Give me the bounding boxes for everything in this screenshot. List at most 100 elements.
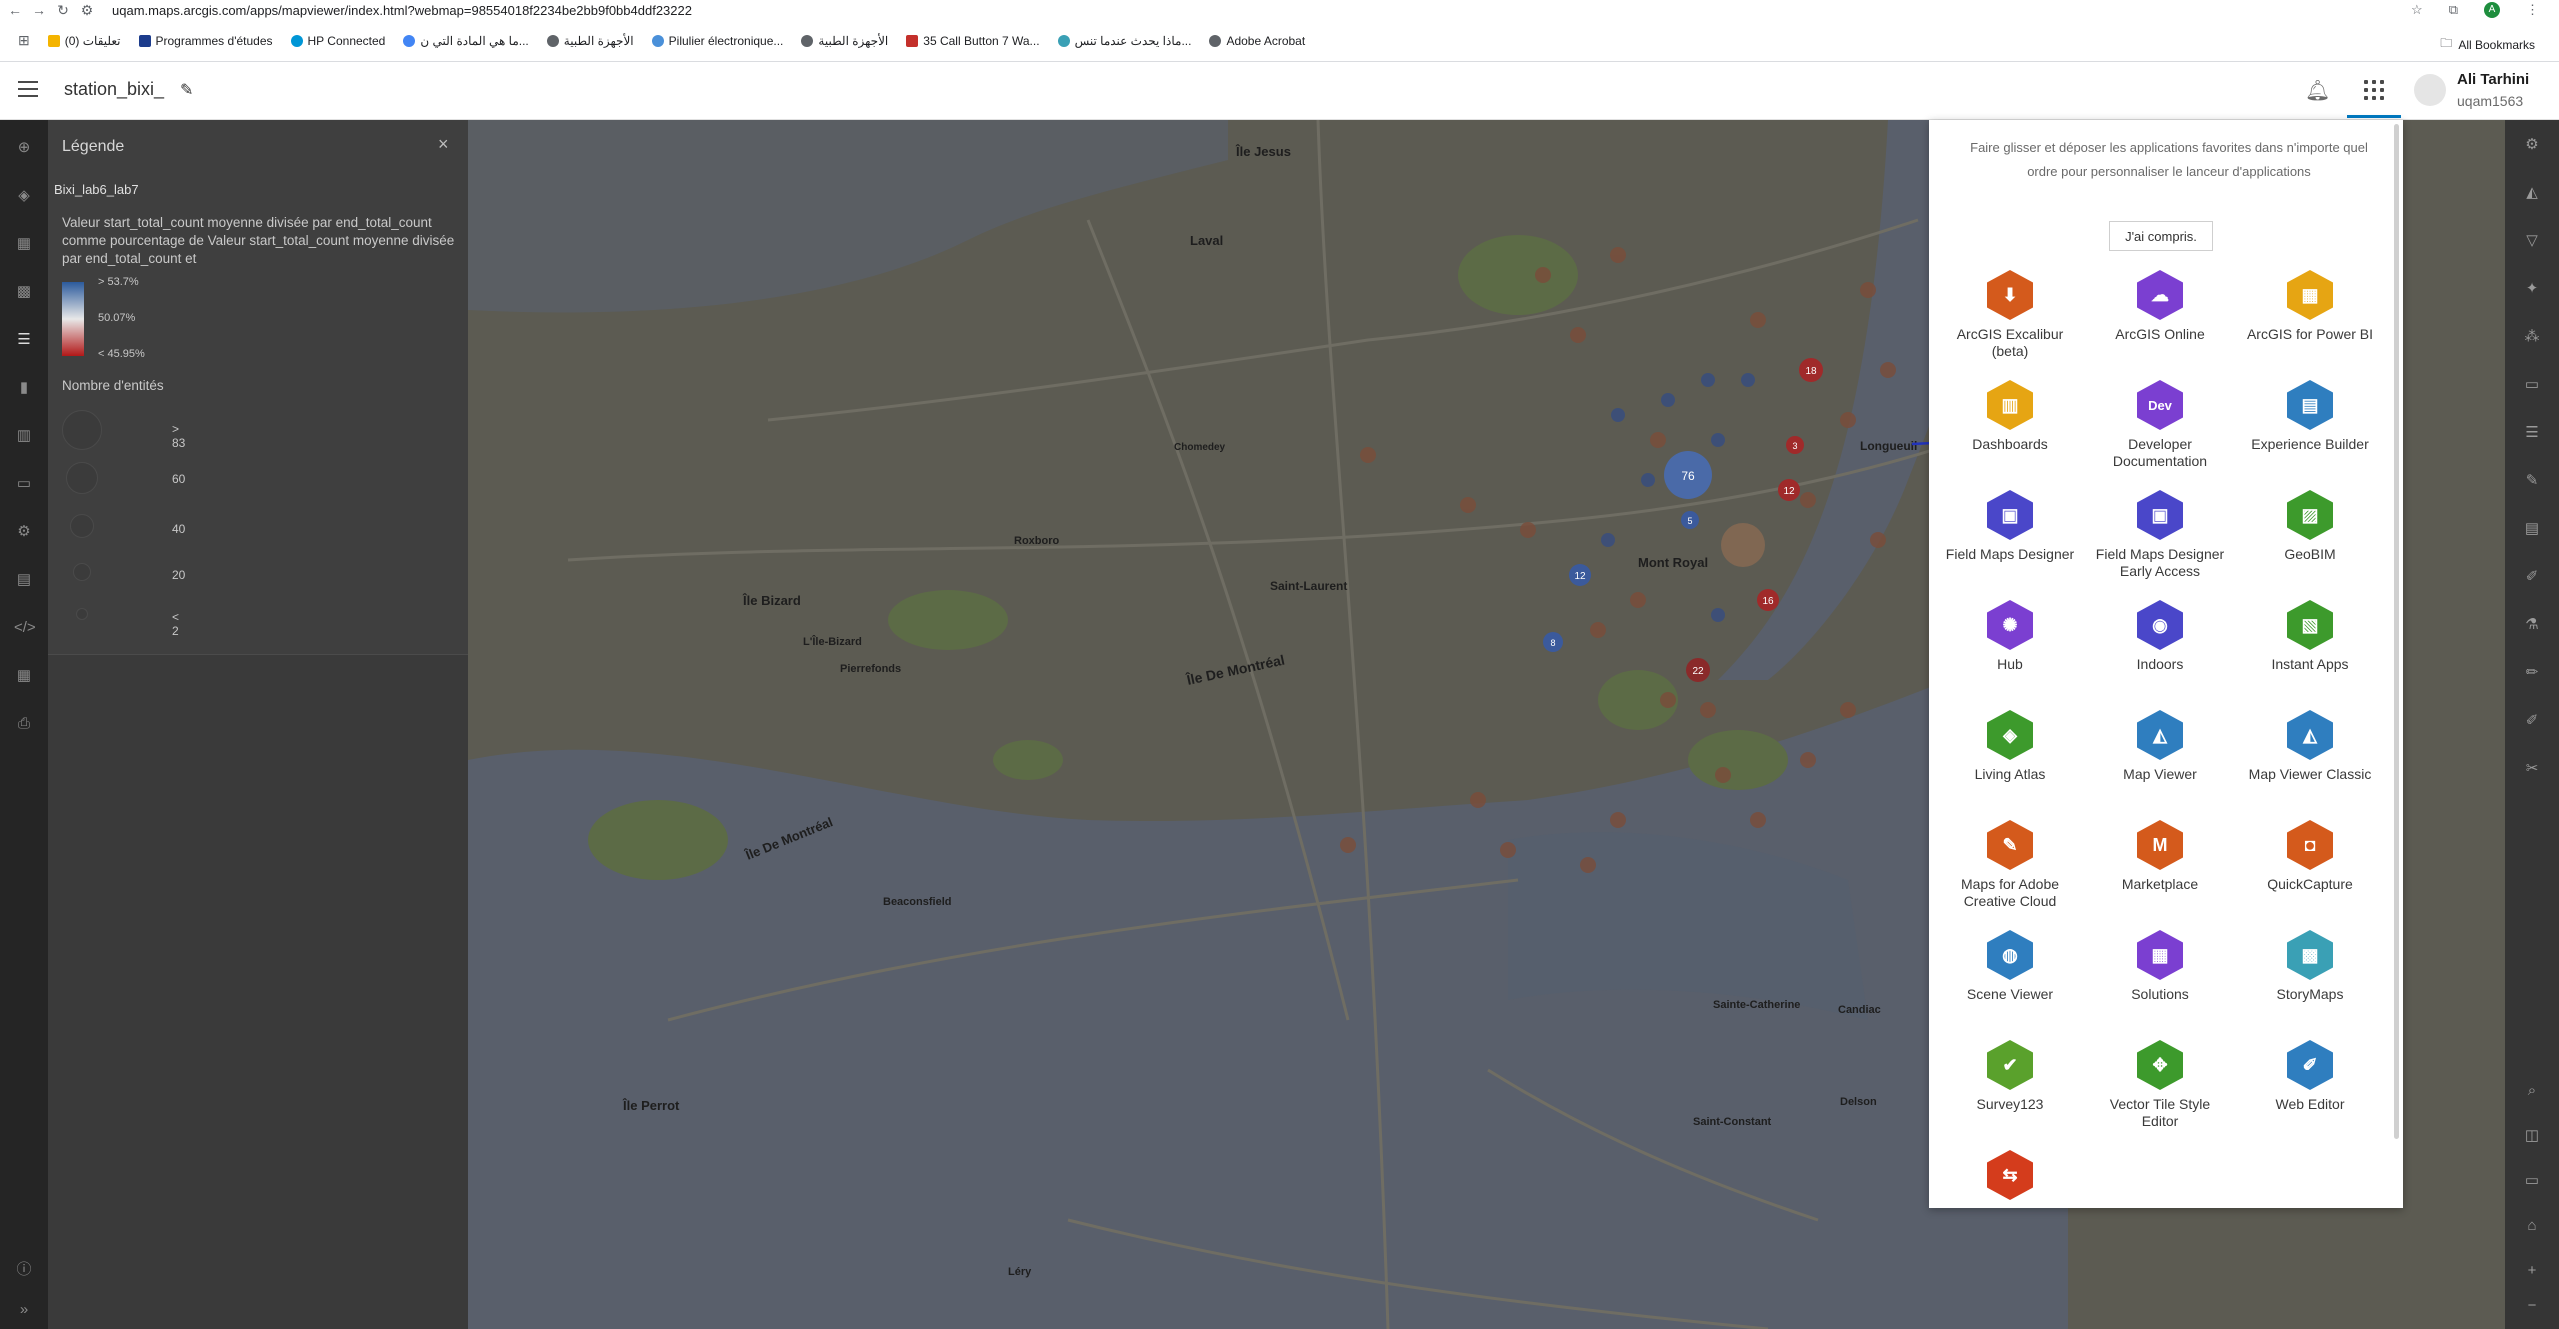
bookmark-item[interactable]: HP Connected bbox=[290, 34, 385, 48]
sketch-tools-icon[interactable]: ✏ bbox=[2521, 662, 2543, 684]
add-layer-icon[interactable]: ⊕ bbox=[14, 138, 34, 158]
apps-grid-icon[interactable]: ⊞ bbox=[18, 32, 30, 49]
app-tile[interactable]: ▩ StoryMaps bbox=[2235, 930, 2385, 1034]
cluster-label[interactable]: 12 bbox=[1783, 486, 1795, 497]
edit-title-icon[interactable]: ✎ bbox=[180, 80, 193, 100]
app-tile[interactable]: ▨ GeoBIM bbox=[2235, 490, 2385, 594]
app-tile[interactable]: ✎ Maps for Adobe Creative Cloud bbox=[1935, 820, 2085, 924]
all-bookmarks[interactable]: 🗀 All Bookmarks bbox=[2440, 34, 2535, 55]
bookmark-item[interactable]: ما هي المادة التي ن... bbox=[403, 34, 529, 48]
styles-icon[interactable]: ◭ bbox=[2521, 182, 2543, 204]
back-icon[interactable]: ← bbox=[6, 2, 24, 18]
app-tile[interactable]: ◘ QuickCapture bbox=[2235, 820, 2385, 924]
got-it-button[interactable]: J'ai compris. bbox=[2109, 221, 2213, 251]
close-icon[interactable]: × bbox=[438, 134, 449, 155]
menu-icon[interactable]: ⋮ bbox=[2526, 2, 2539, 18]
reload-icon[interactable]: ↻ bbox=[54, 2, 72, 19]
directions-icon[interactable]: ✂ bbox=[2521, 758, 2543, 780]
collapse-icon[interactable]: » bbox=[14, 1300, 34, 1320]
filter-icon[interactable]: ▽ bbox=[2521, 230, 2543, 252]
print-icon[interactable]: ⎙ bbox=[14, 714, 34, 734]
url-field[interactable]: uqam.maps.arcgis.com/apps/mapviewer/inde… bbox=[112, 3, 692, 18]
site-info-icon[interactable]: ⚙ bbox=[78, 2, 96, 19]
bookmark-item[interactable]: الأجهزة الطبية bbox=[546, 34, 634, 48]
app-tile[interactable]: ◭ Map Viewer Classic bbox=[2235, 710, 2385, 814]
star-icon[interactable]: ☆ bbox=[2411, 2, 2423, 18]
app-tile[interactable]: ✐ Web Editor bbox=[2235, 1040, 2385, 1144]
cluster-label[interactable]: 12 bbox=[1574, 571, 1586, 582]
app-tile[interactable]: M Marketplace bbox=[2085, 820, 2235, 924]
cluster-label[interactable]: 3 bbox=[1792, 441, 1797, 451]
cluster-label[interactable]: 16 bbox=[1762, 596, 1774, 607]
save-icon[interactable]: ▤ bbox=[14, 570, 34, 590]
share-icon[interactable]: </> bbox=[14, 618, 36, 638]
bookmark-item[interactable]: تعليقات (0) bbox=[47, 34, 121, 48]
app-tile[interactable]: ▣ Field Maps Designer bbox=[1935, 490, 2085, 594]
layers-icon[interactable]: ◈ bbox=[14, 186, 34, 206]
bookmark-item[interactable]: 35 Call Button 7 Wa... bbox=[906, 34, 1040, 48]
app-tile[interactable]: Dev Developer Documentation bbox=[2085, 380, 2235, 484]
sketch-icon[interactable]: ▭ bbox=[14, 474, 34, 494]
app-tile[interactable]: ◈ Living Atlas bbox=[1935, 710, 2085, 814]
cluster-label[interactable]: 5 bbox=[1687, 516, 1692, 526]
cluster-label[interactable]: 76 bbox=[1681, 469, 1695, 483]
search-icon[interactable]: ⌕ bbox=[2521, 1080, 2543, 1102]
app-tile[interactable]: ◭ Map Viewer bbox=[2085, 710, 2235, 814]
fields-icon[interactable]: ☰ bbox=[2521, 422, 2543, 444]
basemap-icon[interactable]: ▩ bbox=[14, 282, 34, 302]
effects-icon[interactable]: ✦ bbox=[2521, 278, 2543, 300]
forward-icon[interactable]: → bbox=[30, 2, 48, 18]
app-launcher-button[interactable] bbox=[2347, 64, 2401, 118]
app-tile[interactable]: ◍ Scene Viewer bbox=[1935, 930, 2085, 1034]
app-tile[interactable]: ▧ Instant Apps bbox=[2235, 600, 2385, 704]
extensions-icon[interactable]: ⧉ bbox=[2449, 2, 2458, 18]
tables-icon[interactable]: ▦ bbox=[14, 234, 34, 254]
app-tile[interactable]: ▣ Field Maps Designer Early Access bbox=[2085, 490, 2235, 594]
screen-icon[interactable]: ▭ bbox=[2521, 1170, 2543, 1192]
legend-icon[interactable]: ☰ bbox=[14, 330, 34, 350]
measure-icon[interactable]: ✐ bbox=[2521, 710, 2543, 732]
app-tile[interactable]: ✥ Vector Tile Style Editor bbox=[2085, 1040, 2235, 1144]
place-label: L'Île-Bizard bbox=[803, 635, 862, 648]
layers-list-icon[interactable]: ◫ bbox=[2521, 1125, 2543, 1147]
cluster-label[interactable]: 18 bbox=[1805, 366, 1817, 377]
clustering-icon[interactable]: ⁂ bbox=[2521, 326, 2543, 348]
zoom-in-icon[interactable]: + bbox=[2521, 1260, 2543, 1282]
app-tile[interactable]: ▦ Solutions bbox=[2085, 930, 2235, 1034]
cluster-label[interactable]: 22 bbox=[1692, 666, 1704, 677]
app-tile[interactable]: ▤ Experience Builder bbox=[2235, 380, 2385, 484]
hamburger-menu-icon[interactable] bbox=[18, 81, 38, 97]
app-tile[interactable]: ▥ Dashboards bbox=[1935, 380, 2085, 484]
app-tile[interactable]: ⇆ bbox=[1935, 1150, 2085, 1254]
edit-icon[interactable]: ✐ bbox=[2521, 566, 2543, 588]
launcher-scrollbar[interactable] bbox=[2394, 124, 2399, 1139]
cluster-label[interactable]: 8 bbox=[1550, 638, 1555, 648]
info-icon[interactable]: ⓘ bbox=[14, 1260, 34, 1280]
app-tile[interactable]: ▦ ArcGIS for Power BI bbox=[2235, 270, 2385, 374]
create-app-icon[interactable]: ▦ bbox=[14, 666, 34, 686]
forms-icon[interactable]: ▤ bbox=[2521, 518, 2543, 540]
settings-icon[interactable]: ⚙ bbox=[14, 522, 34, 542]
avatar[interactable] bbox=[2414, 74, 2446, 106]
app-tile[interactable]: ☁ ArcGIS Online bbox=[2085, 270, 2235, 374]
popups-icon[interactable]: ▭ bbox=[2521, 374, 2543, 396]
bookmark-item[interactable]: الأجهزة الطبية bbox=[801, 34, 888, 48]
bookmark-item[interactable]: ماذا يحدث عندما تنس... bbox=[1057, 34, 1191, 48]
properties-icon[interactable]: ⚙ bbox=[2521, 134, 2543, 156]
analysis-icon[interactable]: ⚗ bbox=[2521, 614, 2543, 636]
charts-icon[interactable]: ▥ bbox=[14, 426, 34, 446]
bookmark-item[interactable]: Pilulier électronique... bbox=[651, 34, 783, 48]
app-tile[interactable]: ✺ Hub bbox=[1935, 600, 2085, 704]
app-tile[interactable]: ⬇ ArcGIS Excalibur (beta) bbox=[1935, 270, 2085, 374]
profile-avatar[interactable]: A bbox=[2484, 2, 2500, 18]
zoom-out-icon[interactable]: − bbox=[2521, 1295, 2543, 1317]
home-icon[interactable]: ⌂ bbox=[2521, 1215, 2543, 1237]
labels-icon[interactable]: ✎ bbox=[2521, 470, 2543, 492]
bookmarks-icon[interactable]: ▮ bbox=[14, 378, 34, 398]
bookmark-item[interactable]: Programmes d'études bbox=[138, 34, 273, 48]
user-name[interactable]: Ali Tarhini bbox=[2457, 71, 2529, 88]
app-tile[interactable]: ✔ Survey123 bbox=[1935, 1040, 2085, 1144]
notifications-bell-icon[interactable]: 🔔︎ bbox=[2305, 78, 2330, 103]
app-tile[interactable]: ◉ Indoors bbox=[2085, 600, 2235, 704]
bookmark-item[interactable]: Adobe Acrobat bbox=[1209, 34, 1305, 48]
